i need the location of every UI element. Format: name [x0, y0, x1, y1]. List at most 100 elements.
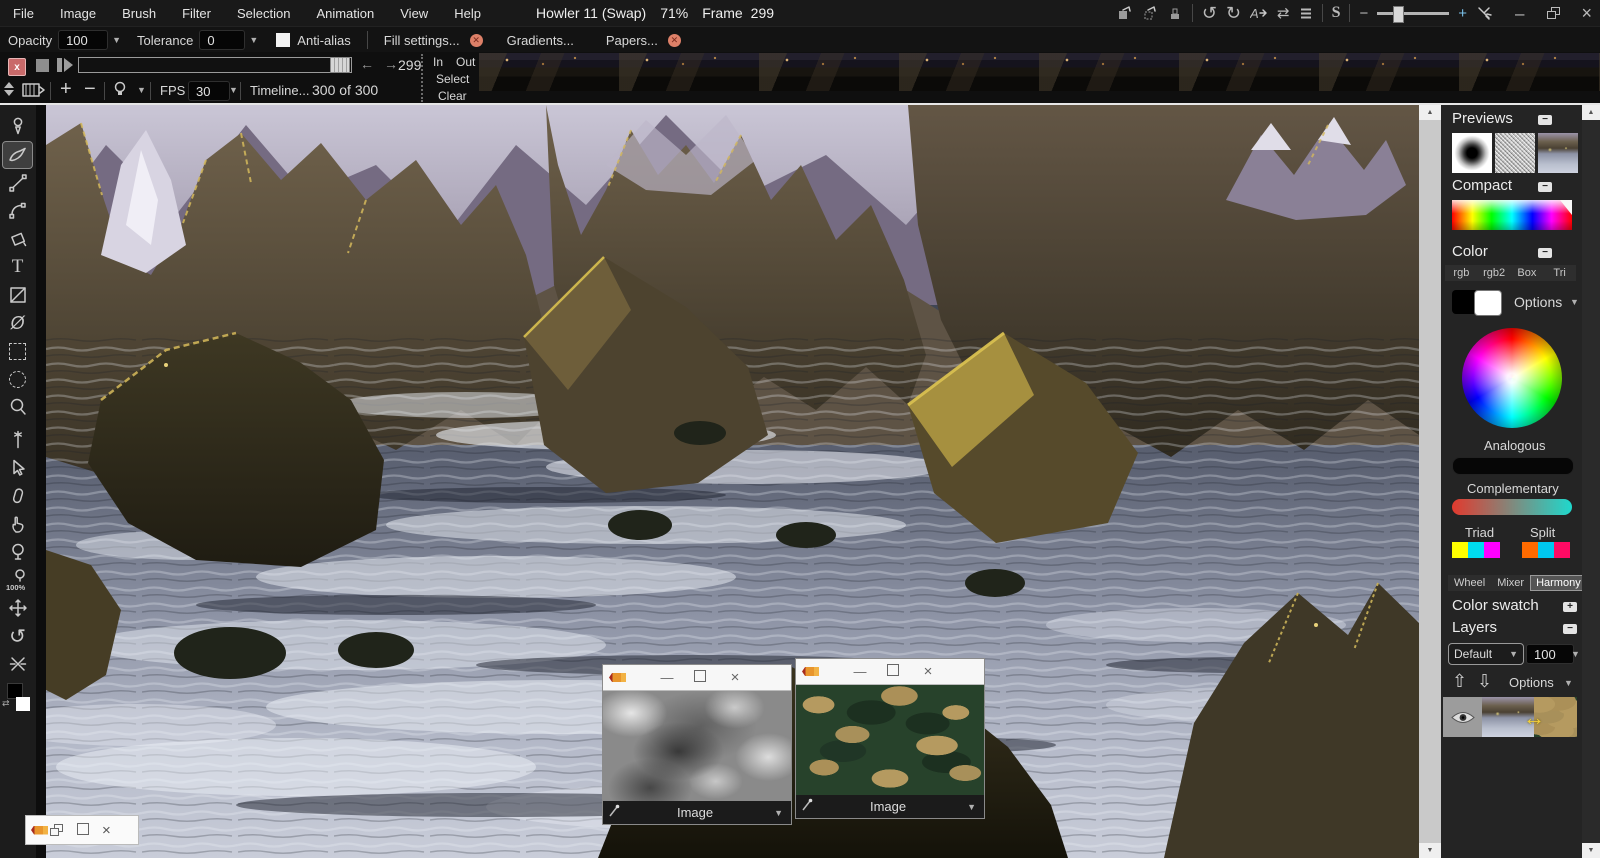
redo-icon[interactable]: ↻ [1226, 4, 1241, 22]
roller-tool-icon[interactable] [3, 483, 32, 509]
layer-opacity-dropdown-icon[interactable]: ▼ [1571, 649, 1580, 659]
undo-icon[interactable]: ↺ [1202, 4, 1217, 22]
next-frame-icon[interactable]: → [384, 56, 398, 72]
clear-button[interactable]: Clear [438, 89, 467, 103]
triad-swatch-2[interactable] [1468, 542, 1484, 558]
layer-visibility-toggle[interactable] [1443, 697, 1482, 737]
menu-file[interactable]: File [0, 6, 47, 21]
tab-tri[interactable]: Tri [1543, 265, 1576, 281]
zoom-out-icon[interactable]: − [1359, 6, 1368, 21]
star-cross-tool-icon[interactable] [3, 651, 32, 677]
null-ellipse-tool-icon[interactable]: Ø [3, 310, 32, 336]
zoom-in-icon[interactable]: + [1458, 6, 1467, 21]
color-collapse-button[interactable]: − [1538, 248, 1552, 258]
tab-wheel[interactable]: Wheel [1448, 575, 1491, 591]
zoom-slider[interactable] [1377, 6, 1449, 21]
tab-harmony[interactable]: Harmony [1530, 575, 1587, 591]
papers-badge-icon[interactable]: ✕ [668, 34, 681, 47]
timeline-dialog-button[interactable]: Timeline... [250, 83, 309, 98]
fps-value[interactable]: 30 [188, 81, 230, 101]
light-icon[interactable] [112, 80, 128, 101]
rect-select-tool-icon[interactable] [3, 338, 32, 364]
tab-mixer[interactable]: Mixer [1491, 575, 1530, 591]
add-frame-button[interactable]: + [60, 78, 72, 101]
menu-view[interactable]: View [387, 6, 441, 21]
texture-source-select[interactable]: Image [620, 805, 770, 820]
brush-tool-icon[interactable] [2, 141, 33, 169]
menu-filter[interactable]: Filter [169, 6, 224, 21]
color-options-button[interactable]: Options [1514, 294, 1562, 310]
opacity-dropdown-icon[interactable]: ▼ [112, 35, 121, 45]
tab-rgb[interactable]: rgb [1445, 265, 1478, 281]
compact-collapse-button[interactable]: − [1538, 182, 1552, 192]
light-dropdown-icon[interactable]: ▼ [137, 85, 146, 95]
compact-picker-marker[interactable] [1560, 200, 1572, 215]
gradients-button[interactable]: Gradients... [507, 33, 574, 48]
swap-colors-icon[interactable]: ⇄ [2, 698, 10, 709]
tab-box[interactable]: Box [1511, 265, 1544, 281]
picker-icon[interactable] [608, 804, 620, 821]
texture-window[interactable]: — × Image ▼ [602, 664, 792, 825]
panel-vscrollbar[interactable]: ▲ ▼ [1582, 105, 1600, 858]
previews-collapse-button[interactable]: − [1538, 115, 1552, 125]
restore-button[interactable] [1547, 7, 1560, 19]
fill-settings-badge-icon[interactable]: ✕ [470, 34, 483, 47]
timeline-close-button[interactable]: x [8, 58, 26, 76]
scroll-down-icon[interactable]: ▼ [1582, 843, 1600, 858]
camo-source-select[interactable]: Image [813, 799, 963, 814]
layers-collapse-button[interactable]: − [1563, 624, 1577, 634]
select-button[interactable]: Select [436, 72, 469, 86]
minimized-window[interactable]: × [25, 815, 139, 845]
analogous-strip[interactable] [1452, 457, 1574, 475]
frame-scrubber-thumb[interactable] [330, 57, 350, 73]
minimized-maximize-button[interactable] [77, 823, 89, 838]
layer-up-button[interactable]: ⇧ [1452, 671, 1467, 692]
scroll-up-icon[interactable]: ▲ [1419, 105, 1441, 120]
remove-frame-button[interactable]: − [84, 78, 96, 101]
texture-source-dropdown-icon[interactable]: ▼ [774, 808, 783, 818]
tab-rgb2[interactable]: rgb2 [1478, 265, 1511, 281]
background-color-swatch[interactable] [16, 697, 30, 711]
fill-tool-icon[interactable] [3, 226, 32, 252]
frame-scrubber[interactable] [78, 57, 352, 73]
brush-preview[interactable] [1452, 133, 1492, 173]
split-swatch-2[interactable] [1538, 542, 1554, 558]
menu-brush[interactable]: Brush [109, 6, 169, 21]
complementary-strip[interactable] [1452, 499, 1572, 515]
texture-window-titlebar[interactable]: — × [603, 665, 791, 691]
color-swatch-add-button[interactable]: + [1563, 602, 1577, 612]
grab-frame-icon[interactable] [1117, 5, 1133, 21]
image-preview[interactable] [1538, 133, 1578, 173]
papers-button[interactable]: Papers... [606, 33, 658, 48]
tolerance-dropdown-icon[interactable]: ▼ [249, 35, 258, 45]
grab-rotate-icon[interactable] [1142, 5, 1158, 21]
in-button[interactable]: In [433, 55, 443, 69]
texture-preview-camo[interactable] [796, 685, 984, 795]
layer-down-button[interactable]: ⇩ [1477, 671, 1492, 692]
prev-frame-icon[interactable]: ← [360, 56, 374, 72]
color-wheel[interactable] [1462, 328, 1562, 428]
menu-image[interactable]: Image [47, 6, 109, 21]
fps-dropdown-icon[interactable]: ▼ [229, 85, 238, 95]
layers-options-dropdown-icon[interactable]: ▼ [1564, 678, 1573, 688]
layer-swap-arrow-icon[interactable]: ↔ [1523, 705, 1545, 731]
paper-preview[interactable] [1495, 133, 1535, 173]
texture-preview-clouds[interactable] [603, 691, 791, 801]
menu-help[interactable]: Help [441, 6, 494, 21]
curve-tool-icon[interactable] [3, 198, 32, 224]
pan-pin-tool-icon[interactable] [3, 427, 32, 453]
layers-options-button[interactable]: Options [1509, 675, 1554, 690]
current-background-swatch[interactable] [1474, 290, 1502, 316]
text-tool-icon[interactable]: T [3, 254, 32, 280]
color-options-dropdown-icon[interactable]: ▼ [1570, 297, 1579, 307]
layer-row[interactable]: ↔ [1443, 697, 1577, 737]
camo-window-maximize[interactable] [887, 664, 899, 679]
camo-window-close[interactable]: × [913, 663, 943, 680]
play-button[interactable] [57, 58, 73, 72]
texture-window-maximize[interactable] [694, 670, 706, 685]
minimized-restore-button[interactable] [50, 824, 63, 836]
menu-animation[interactable]: Animation [303, 6, 387, 21]
zoom-100-tool-icon[interactable]: 100% [3, 567, 32, 593]
close-button[interactable]: × [1581, 4, 1592, 22]
pointer-tool-icon[interactable] [3, 455, 32, 481]
